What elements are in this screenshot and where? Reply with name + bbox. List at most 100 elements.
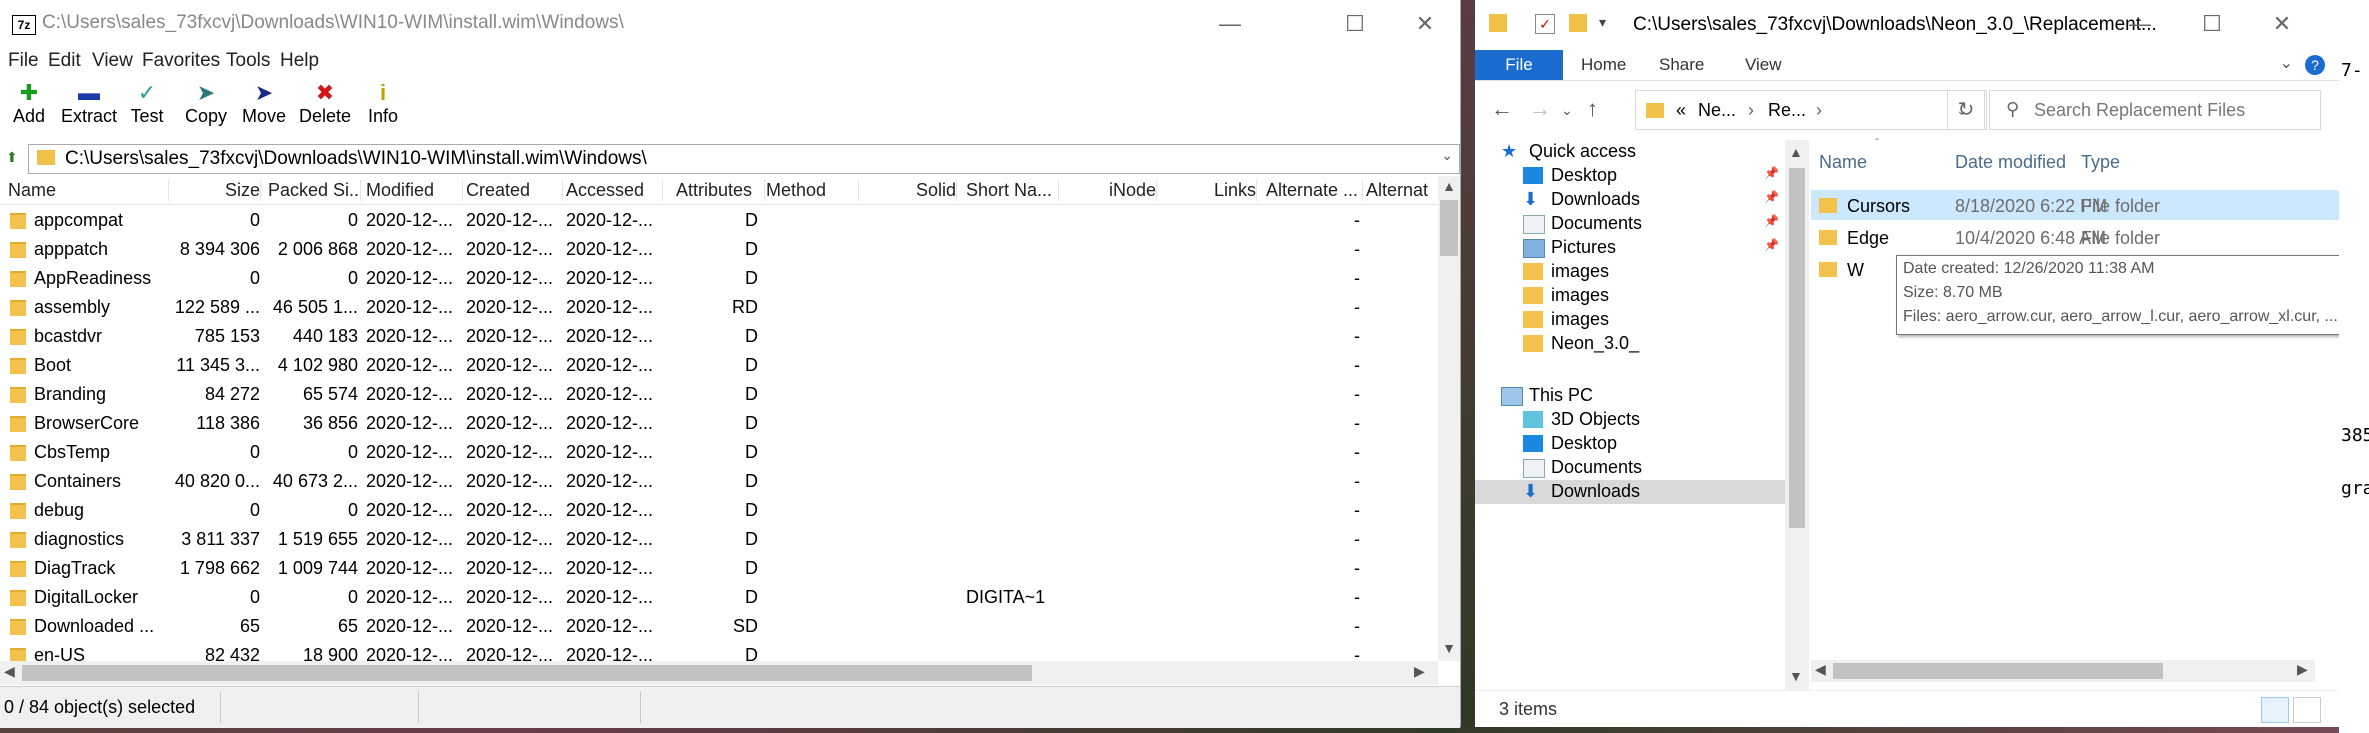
help-icon[interactable]: ? <box>2305 55 2325 75</box>
table-row[interactable]: debug 0 0 2020-12-... 2020-12-... 2020-12-...… <box>0 496 1440 525</box>
minimize-icon[interactable]: — <box>2105 0 2175 50</box>
col-links[interactable]: Links <box>1160 180 1257 201</box>
nav-item[interactable]: ⬇ Downloads 📌 <box>1475 188 1785 212</box>
scroll-down-icon[interactable]: ▼ <box>1438 640 1460 656</box>
file-row[interactable]: Cursors 8/18/2020 6:22 PM File folder <box>1811 190 2339 220</box>
table-row[interactable]: DigitalLocker 0 0 2020-12-... 2020-12-... 202… <box>0 583 1440 612</box>
tab-file[interactable]: File <box>1475 50 1563 80</box>
col-name[interactable]: Name <box>1819 152 1867 173</box>
scroll-up-icon[interactable]: ▲ <box>1789 144 1803 160</box>
explorer-titlebar[interactable]: ✓ ▾ C:\Users\sales_73fxcvj\Downloads\Neo… <box>1475 0 2339 50</box>
table-row[interactable]: apppatch 8 394 306 2 006 868 2020-12-... 202… <box>0 235 1440 264</box>
table-row[interactable]: appcompat 0 0 2020-12-... 2020-12-... 2020-12… <box>0 206 1440 235</box>
customize-qat-icon[interactable]: ▾ <box>1599 14 1606 31</box>
search-input[interactable]: ⚲ Search Replacement Files <box>1989 90 2321 130</box>
scroll-thumb[interactable] <box>1440 200 1458 256</box>
menu-tools[interactable]: Tools <box>226 50 270 72</box>
table-row[interactable]: DiagTrack 1 798 662 1 009 744 2020-12-... 20… <box>0 554 1440 583</box>
col-date-modified[interactable]: Date modified <box>1955 152 2066 173</box>
col-size[interactable]: Size <box>170 180 261 201</box>
info-button[interactable]: i Info <box>350 80 416 127</box>
menu-file[interactable]: File <box>8 50 39 72</box>
table-row[interactable]: diagnostics 3 811 337 1 519 655 2020-12-...… <box>0 525 1440 554</box>
col-method[interactable]: Method <box>766 180 859 201</box>
new-folder-icon[interactable] <box>1569 14 1587 32</box>
add-button[interactable]: ✚ Add <box>0 80 62 127</box>
hscroll-thumb[interactable] <box>1833 663 2163 679</box>
vertical-scrollbar[interactable]: ▲ ▼ <box>1438 176 1460 661</box>
nav-item[interactable]: ⬇ Downloads <box>1475 480 1785 504</box>
chevron-right-icon[interactable]: › <box>1748 100 1754 121</box>
table-row[interactable]: BrowserCore 118 386 36 856 2020-12-... 2020-… <box>0 409 1440 438</box>
pin-icon[interactable]: 📌 <box>1764 214 1779 228</box>
move-button[interactable]: ➤ Move <box>231 80 297 127</box>
col-alternate[interactable]: Alternate ... <box>1266 180 1363 201</box>
col-name[interactable]: Name <box>8 180 169 201</box>
chevron-right-icon[interactable]: › <box>1816 100 1822 121</box>
col-packed[interactable]: Packed Si... <box>268 180 361 201</box>
maximize-icon[interactable]: ☐ <box>2177 0 2247 50</box>
scroll-right-icon[interactable]: ▶ <box>1414 663 1425 680</box>
scroll-down-icon[interactable]: ▼ <box>1789 668 1803 684</box>
table-row[interactable]: Containers 40 820 0... 40 673 2... 2020-12-… <box>0 467 1440 496</box>
extract-button[interactable]: ▬ Extract <box>56 80 122 127</box>
table-row[interactable]: bcastdvr 785 153 440 183 2020-12-... 2020-12… <box>0 322 1440 351</box>
sevenzip-titlebar[interactable]: 7z C:\Users\sales_73fxcvj\Downloads\WIN1… <box>0 0 1460 50</box>
table-row[interactable]: Branding 84 272 65 574 2020-12-... 2020-12-.… <box>0 380 1440 409</box>
hscroll-thumb[interactable] <box>22 665 1032 681</box>
minimize-icon[interactable]: — <box>1195 0 1265 50</box>
tab-view[interactable]: View <box>1745 55 1782 75</box>
pin-icon[interactable]: 📌 <box>1764 190 1779 204</box>
menu-help[interactable]: Help <box>280 50 319 72</box>
maximize-icon[interactable]: ☐ <box>1320 0 1390 50</box>
scroll-left-icon[interactable]: ◀ <box>4 663 15 680</box>
back-arrow-icon[interactable]: ← <box>1491 96 1513 122</box>
breadcrumb-item[interactable]: Re... <box>1768 100 1806 121</box>
up-arrow-icon[interactable]: ↑ <box>1587 96 1598 122</box>
table-row[interactable]: en-US 82 432 18 900 2020-12-... 2020-12-... 2… <box>0 641 1440 661</box>
recent-locations-icon[interactable]: ⌄ <box>1561 102 1573 119</box>
col-inode[interactable]: iNode <box>1060 180 1157 201</box>
menu-favorites[interactable]: Favorites <box>142 50 220 72</box>
scroll-right-icon[interactable]: ▶ <box>2297 661 2308 678</box>
tab-home[interactable]: Home <box>1581 55 1626 75</box>
table-row[interactable]: CbsTemp 0 0 2020-12-... 2020-12-... 2020-12-.… <box>0 438 1440 467</box>
nav-item[interactable]: Desktop <box>1475 432 1785 456</box>
nav-item[interactable]: images <box>1475 284 1785 308</box>
col-modified[interactable]: Modified <box>366 180 463 201</box>
pin-icon[interactable]: 📌 <box>1764 238 1779 252</box>
col-solid[interactable]: Solid <box>862 180 957 201</box>
col-accessed[interactable]: Accessed <box>566 180 663 201</box>
nav-item[interactable]: This PC <box>1475 384 1785 408</box>
file-row[interactable]: Edge 10/4/2020 6:48 AM File folder <box>1811 222 2339 252</box>
nav-item[interactable]: ★ Quick access <box>1475 140 1785 164</box>
pin-icon[interactable]: 📌 <box>1764 166 1779 180</box>
nav-item[interactable]: Pictures 📌 <box>1475 236 1785 260</box>
up-folder-icon[interactable]: ⬆ <box>6 148 20 166</box>
table-row[interactable]: Downloaded ... 65 65 2020-12-... 2020-12-...… <box>0 612 1440 641</box>
nav-item[interactable]: 3D Objects <box>1475 408 1785 432</box>
delete-button[interactable]: ✖ Delete <box>292 80 358 127</box>
nav-item[interactable]: Neon_3.0_ <box>1475 332 1785 356</box>
close-icon[interactable]: ✕ <box>1390 0 1460 50</box>
horizontal-scrollbar[interactable]: ◀ ▶ <box>0 661 1438 685</box>
breadcrumb-item[interactable]: Ne... <box>1698 100 1736 121</box>
nav-item[interactable]: images <box>1475 308 1785 332</box>
menu-view[interactable]: View <box>92 50 133 72</box>
navpane-scrollbar[interactable]: ▲ ▼ <box>1785 140 1809 690</box>
large-icons-view-icon[interactable] <box>2293 697 2321 723</box>
col-attributes[interactable]: Attributes <box>676 180 765 201</box>
table-row[interactable]: Boot 11 345 3... 4 102 980 2020-12-... 2020-… <box>0 351 1440 380</box>
breadcrumb[interactable]: « Ne... › Re... › ⌄ <box>1635 90 1987 130</box>
close-icon[interactable]: ✕ <box>2247 0 2317 50</box>
scroll-left-icon[interactable]: ◀ <box>1815 661 1826 678</box>
menu-edit[interactable]: Edit <box>48 50 81 72</box>
chevron-down-icon[interactable]: ⌄ <box>2280 53 2293 73</box>
filepane-hscrollbar[interactable]: ◀ ▶ <box>1811 660 2315 682</box>
forward-arrow-icon[interactable]: → <box>1529 96 1551 122</box>
tab-share[interactable]: Share <box>1659 55 1704 75</box>
details-view-icon[interactable] <box>2261 697 2289 723</box>
copy-button[interactable]: ➤ Copy <box>173 80 239 127</box>
test-button[interactable]: ✓ Test <box>114 80 180 127</box>
table-row[interactable]: assembly 122 589 ... 46 505 1... 2020-12-..… <box>0 293 1440 322</box>
